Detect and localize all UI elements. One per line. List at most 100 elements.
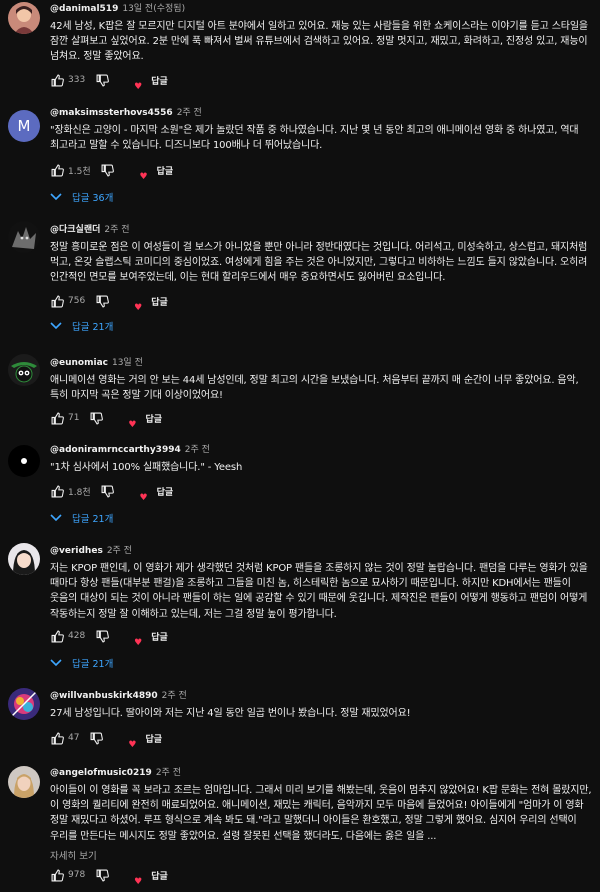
comment-actions: 1.5천 ♥ 답글 [50, 160, 174, 182]
like-count: 333 [68, 75, 86, 85]
comment-time[interactable]: 2주 전 [104, 225, 129, 235]
creator-heart-icon: ♥ [128, 740, 137, 750]
comment-author[interactable]: @maksimssterhovs4556 [50, 108, 173, 118]
like-icon[interactable] [50, 294, 64, 308]
like-icon[interactable] [50, 163, 64, 177]
creator-heart-icon: ♥ [134, 82, 143, 92]
comment-author[interactable]: @eunomiac [50, 358, 108, 368]
like-count: 71 [68, 413, 80, 423]
avatar-letter: M [17, 117, 31, 135]
cartoon-portrait-icon [8, 2, 40, 34]
reply-button[interactable]: 답글 [151, 295, 168, 308]
comment-author[interactable]: @adoniramrnccarthy3994 [50, 445, 181, 455]
comment-time[interactable]: 2주 전 [177, 108, 202, 118]
dislike-icon[interactable] [95, 294, 109, 308]
comment-author[interactable]: @willvanbuskirk4890 [50, 691, 158, 701]
like-icon[interactable] [50, 484, 64, 498]
replies-count: 답글 21개 [72, 659, 114, 670]
replies-count: 답글 21개 [72, 514, 114, 525]
comment-text: 27세 남성입니다. 딸아이와 저는 지난 4일 동안 일곱 번이나 봤습니다.… [50, 708, 411, 719]
creator-heart-icon: ♥ [139, 172, 148, 182]
reply-button[interactable]: 답글 [145, 732, 162, 745]
read-more-link[interactable]: 자세히 보기 [50, 848, 592, 862]
view-replies-button[interactable]: 답글 36개 [50, 186, 113, 208]
comment-time[interactable]: 13일 전 [112, 358, 143, 368]
chevron-down-icon [50, 659, 62, 667]
chevron-down-icon [50, 193, 62, 201]
dislike-icon[interactable] [89, 731, 103, 745]
comment-author[interactable]: @veridhes [50, 546, 103, 556]
like-icon[interactable] [50, 731, 64, 745]
comment-time[interactable]: 2주 전 [162, 691, 187, 701]
like-count: 428 [68, 631, 86, 641]
comment-text: "1차 심사에서 100% 실패했습니다." - Yeesh [50, 462, 243, 473]
dislike-icon[interactable] [101, 484, 115, 498]
woman-portrait-icon [8, 766, 40, 798]
avatar[interactable] [8, 688, 40, 720]
dark-creature-icon [8, 221, 40, 253]
avatar[interactable] [8, 354, 40, 386]
creator-heart-icon: ♥ [134, 638, 143, 648]
like-count: 1.5천 [68, 166, 91, 177]
creator-heart-icon: ♥ [139, 493, 148, 503]
martian-cartoon-icon [8, 354, 40, 386]
like-count: 756 [68, 296, 86, 306]
white-dot-icon [8, 445, 40, 477]
avatar[interactable]: M [8, 110, 40, 142]
view-replies-button[interactable]: 답글 21개 [50, 507, 113, 529]
comment-text: 저는 KPOP 팬인데, 이 영화가 제가 생각했던 것처럼 KPOP 팬들을 … [50, 563, 588, 620]
creator-heart-icon: ♥ [134, 303, 143, 313]
creator-heart-icon: ♥ [134, 877, 143, 887]
like-count: 47 [68, 733, 80, 743]
comment-time[interactable]: 2주 전 [107, 546, 132, 556]
dislike-icon[interactable] [95, 868, 109, 882]
like-icon[interactable] [50, 868, 64, 882]
comment-time[interactable]: 13일 전(수정됨) [122, 4, 185, 14]
reply-button[interactable]: 답글 [151, 869, 168, 882]
like-icon[interactable] [50, 411, 64, 425]
comment-actions: 756 ♥ 답글 [50, 291, 168, 313]
reply-button[interactable]: 답글 [151, 630, 168, 643]
comment-author[interactable]: @danimal519 [50, 4, 118, 14]
like-icon[interactable] [50, 629, 64, 643]
view-replies-button[interactable]: 답글 21개 [50, 315, 113, 337]
dislike-icon[interactable] [95, 73, 109, 87]
avatar[interactable] [8, 543, 40, 575]
comment-text: 정말 흥미로운 점은 이 여성들이 걸 보스가 아니었을 뿐만 아니라 정반대였… [50, 242, 588, 284]
anime-girl-icon [8, 543, 40, 575]
comment-time[interactable]: 2주 전 [185, 445, 210, 455]
view-replies-button[interactable]: 답글 21개 [50, 652, 113, 674]
reply-button[interactable]: 답글 [157, 485, 174, 498]
comment-actions: 71 ♥ 답글 [50, 408, 162, 430]
replies-count: 답글 21개 [72, 322, 114, 333]
comment-actions: 978 ♥ 답글 [50, 865, 168, 887]
creator-heart-icon: ♥ [128, 420, 137, 430]
comment-actions: 428 ♥ 답글 [50, 626, 168, 648]
comment-actions: 47 ♥ 답글 [50, 728, 162, 750]
like-icon[interactable] [50, 73, 64, 87]
like-count: 978 [68, 870, 86, 880]
dislike-icon[interactable] [101, 163, 115, 177]
colorful-abstract-icon [8, 688, 40, 720]
dislike-icon[interactable] [95, 629, 109, 643]
comment-text: 42세 남성, K팝은 잘 모르지만 디지털 아트 분야에서 일하고 있어요. … [50, 21, 588, 63]
reply-button[interactable]: 답글 [151, 74, 168, 87]
comment-text: "장화신은 고양이 - 마지막 소원"은 제가 놀랐던 작품 중 하나였습니다.… [50, 125, 579, 152]
replies-count: 답글 36개 [72, 193, 114, 204]
like-count: 1.8천 [68, 487, 91, 498]
comment-time[interactable]: 2주 전 [156, 768, 181, 778]
reply-button[interactable]: 답글 [145, 412, 162, 425]
dislike-icon[interactable] [89, 411, 103, 425]
avatar[interactable] [8, 766, 40, 798]
chevron-down-icon [50, 514, 62, 522]
reply-button[interactable]: 답글 [157, 164, 174, 177]
comment-text: 애니메이션 영화는 거의 안 보는 44세 남성인데, 정말 최고의 시간을 보… [50, 375, 579, 402]
comment-actions: 1.8천 ♥ 답글 [50, 481, 174, 503]
comment-author[interactable]: @다크실랜더 [50, 225, 100, 235]
avatar[interactable] [8, 2, 40, 34]
avatar[interactable] [8, 221, 40, 253]
comment-author[interactable]: @angelofmusic0219 [50, 768, 152, 778]
chevron-down-icon [50, 322, 62, 330]
comment-text: 아이들이 이 영화를 꼭 보라고 조르는 엄마입니다. 그래서 미리 보기를 해… [50, 785, 592, 842]
avatar[interactable] [8, 445, 40, 477]
